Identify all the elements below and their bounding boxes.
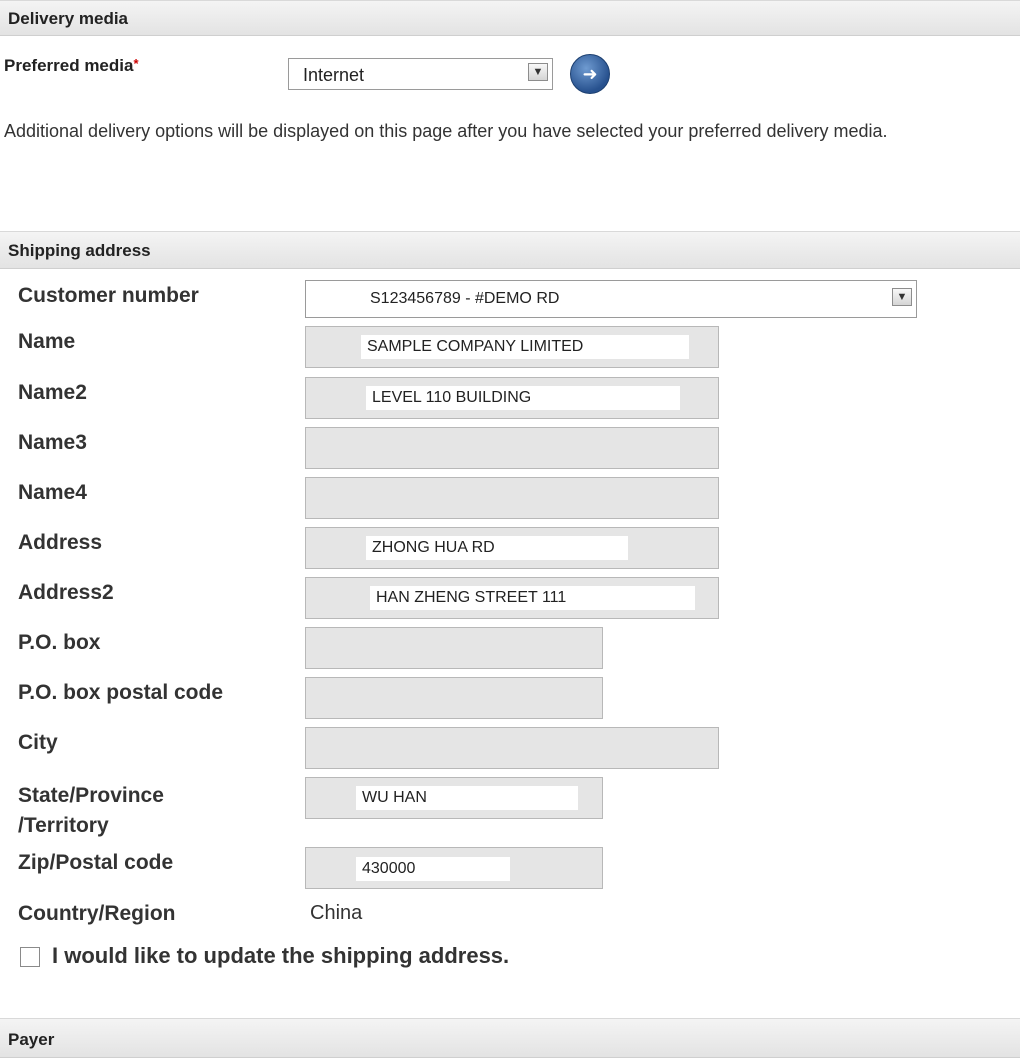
address2-value: HAN ZHENG STREET 111 [370, 586, 695, 610]
arrow-right-icon: ➜ [582, 64, 598, 84]
update-address-checkbox[interactable] [20, 947, 40, 967]
customer-number-select[interactable]: S123456789 - #DEMO RD ▼ [305, 280, 917, 318]
address-label: Address [18, 531, 103, 554]
name3-field[interactable] [305, 427, 719, 469]
zip-label: Zip/Postal code [18, 851, 174, 874]
preferred-media-select[interactable]: Internet ▼ [288, 58, 553, 90]
name-value: SAMPLE COMPANY LIMITED [361, 335, 689, 359]
state-label: State/Province /Territory [18, 781, 164, 841]
required-marker: * [133, 56, 139, 71]
city-field[interactable] [305, 727, 719, 769]
address-value: ZHONG HUA RD [366, 536, 628, 560]
chevron-down-icon[interactable]: ▼ [892, 288, 912, 306]
city-label: City [18, 731, 58, 754]
delivery-media-header: Delivery media [0, 0, 1020, 36]
po-box-postal-field[interactable] [305, 677, 603, 719]
update-address-label: I would like to update the shipping addr… [52, 943, 510, 968]
po-box-field[interactable] [305, 627, 603, 669]
address2-label: Address2 [18, 581, 114, 604]
payer-title: Payer [8, 1030, 55, 1049]
name3-label: Name3 [18, 431, 87, 454]
customer-number-value: S123456789 - #DEMO RD [370, 290, 560, 307]
name2-label: Name2 [18, 381, 87, 404]
state-field[interactable]: WU HAN [305, 777, 603, 819]
go-button[interactable]: ➜ [570, 54, 610, 94]
state-value: WU HAN [356, 786, 578, 810]
po-box-postal-label: P.O. box postal code [18, 681, 223, 704]
preferred-media-label-text: Preferred media [4, 56, 134, 75]
country-value: China [310, 902, 363, 924]
preferred-media-label: Preferred media* [4, 56, 139, 76]
shipping-address-title: Shipping address [8, 241, 151, 260]
address-field[interactable]: ZHONG HUA RD [305, 527, 719, 569]
country-label: Country/Region [18, 902, 176, 925]
shipping-address-header: Shipping address [0, 231, 1020, 269]
state-label-line1: State/Province [18, 784, 164, 807]
preferred-media-value: Internet [303, 65, 365, 85]
delivery-media-title: Delivery media [8, 9, 129, 28]
zip-field[interactable]: 430000 [305, 847, 603, 889]
address2-field[interactable]: HAN ZHENG STREET 111 [305, 577, 719, 619]
name2-field[interactable]: LEVEL 110 BUILDING [305, 377, 719, 419]
name2-value: LEVEL 110 BUILDING [366, 386, 680, 410]
delivery-info-text: Additional delivery options will be disp… [4, 121, 888, 141]
zip-value: 430000 [356, 857, 510, 881]
chevron-down-icon[interactable]: ▼ [528, 63, 548, 81]
po-box-label: P.O. box [18, 631, 101, 654]
name4-label: Name4 [18, 481, 87, 504]
payer-header: Payer [0, 1018, 1020, 1058]
name4-field[interactable] [305, 477, 719, 519]
state-label-line2: /Territory [18, 814, 109, 837]
name-label: Name [18, 330, 76, 353]
customer-number-label: Customer number [18, 284, 199, 307]
name-field[interactable]: SAMPLE COMPANY LIMITED [305, 326, 719, 368]
